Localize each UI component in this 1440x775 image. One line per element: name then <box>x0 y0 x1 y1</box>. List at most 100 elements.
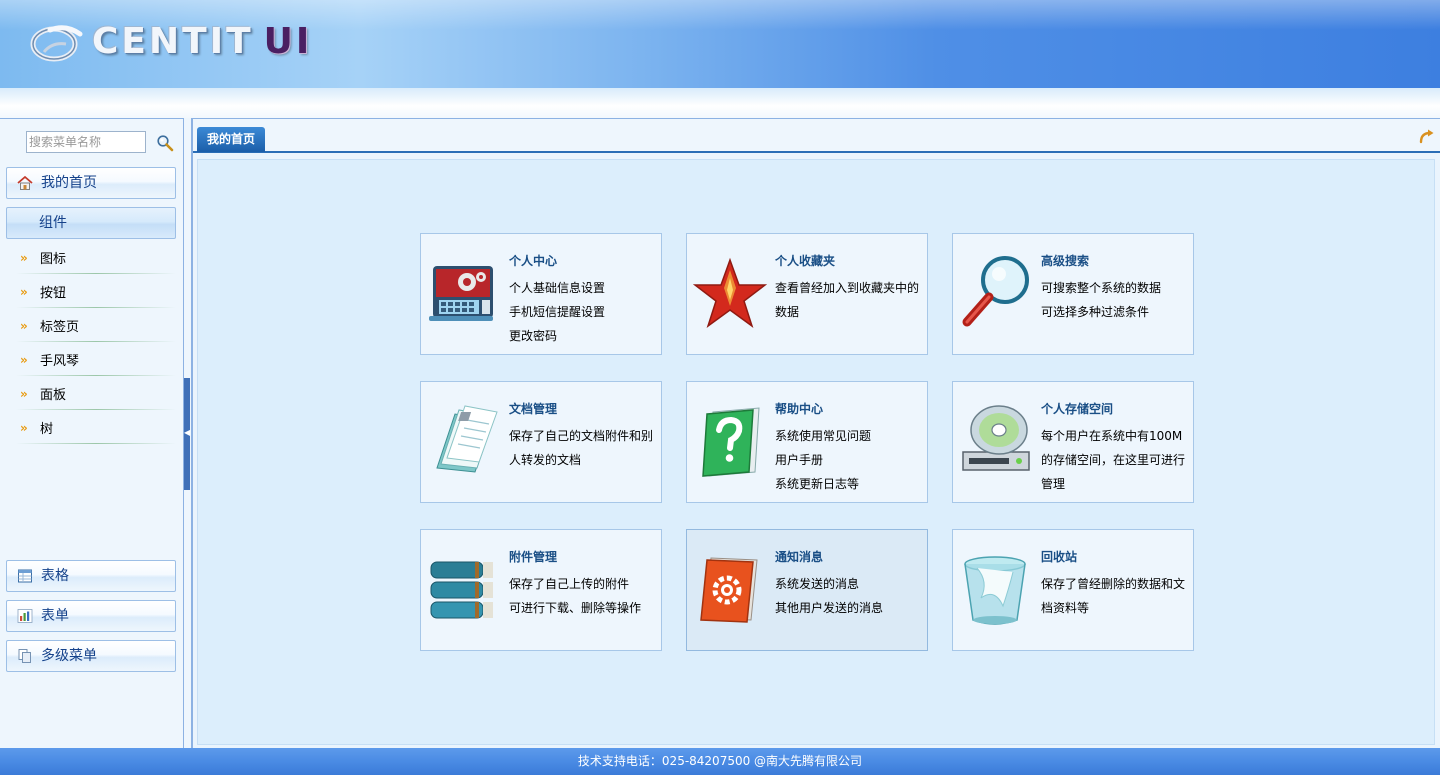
card-description: 可搜索整个系统的数据 可选择多种过滤条件 <box>1041 276 1189 324</box>
sidebar-item-label: 表单 <box>41 608 69 624</box>
card-description: 个人基础信息设置 手机短信提醒设置 更改密码 <box>509 276 657 348</box>
tab-bar: 我的首页 <box>193 119 1440 153</box>
logo-mark-icon <box>30 25 83 62</box>
card-title: 个人中心 <box>509 254 558 268</box>
sidebar-item-panel[interactable]: » 面板 <box>6 377 176 411</box>
card-description: 查看曾经加入到收藏夹中的数据 <box>775 276 923 324</box>
sidebar-item-label: 手风琴 <box>40 354 80 369</box>
sidebar: 我的首页 组件 » 图标 » 按钮 » 标签页 » 手风琴 » 面板 » 树 表… <box>0 118 184 748</box>
page-header: CENTIT UI <box>0 0 1440 118</box>
card-title: 个人收藏夹 <box>775 254 836 268</box>
sidebar-item-buttons[interactable]: » 按钮 <box>6 275 176 309</box>
page-footer: 技术支持电话：025-84207500 @南大先腾有限公司 <box>0 748 1440 775</box>
sidebar-item-tabs[interactable]: » 标签页 <box>6 309 176 343</box>
logo-text: CENTIT <box>92 21 254 62</box>
sidebar-item-label: 标签页 <box>40 320 80 335</box>
chart-icon <box>17 609 33 623</box>
magnifier-icon <box>962 256 1029 327</box>
card-advanced-search[interactable]: 高级搜索 可搜索整个系统的数据 可选择多种过滤条件 <box>952 233 1194 355</box>
card-attachment-management[interactable]: 附件管理 保存了自己上传的附件 可进行下载、删除等操作 <box>420 529 662 651</box>
sidebar-search <box>0 129 184 155</box>
sidebar-group-components[interactable]: 组件 <box>6 207 176 239</box>
sidebar-item-label: 我的首页 <box>41 175 97 191</box>
books-icon <box>430 561 493 619</box>
card-title: 附件管理 <box>509 550 558 564</box>
sidebar-group-table[interactable]: 表格 <box>6 560 176 592</box>
recycle-bin-icon <box>964 556 1026 625</box>
table-icon <box>18 569 32 583</box>
card-line: 查看曾经加入到收藏夹中的数据 <box>775 281 920 319</box>
chevron-left-icon: ◀ <box>184 428 191 437</box>
card-line: 可选择多种过滤条件 <box>1041 305 1150 319</box>
double-chevron-icon: » <box>20 352 28 367</box>
disk-drive-icon <box>962 405 1030 471</box>
tab-home[interactable]: 我的首页 <box>197 127 266 152</box>
help-book-icon <box>702 407 760 477</box>
card-personal-center[interactable]: 个人中心 个人基础信息设置 手机短信提醒设置 更改密码 <box>420 233 662 355</box>
card-description: 系统使用常见问题 用户手册 系统更新日志等 <box>775 424 923 496</box>
sidebar-item-tree[interactable]: » 树 <box>6 411 176 445</box>
card-personal-storage[interactable]: 个人存储空间 每个用户在系统中有100M的存储空间，在这里可进行管理 <box>952 381 1194 503</box>
sidebar-item-accordion[interactable]: » 手风琴 <box>6 343 176 377</box>
card-help-center[interactable]: 帮助中心 系统使用常见问题 用户手册 系统更新日志等 <box>686 381 928 503</box>
sidebar-item-label: 按钮 <box>40 286 67 301</box>
star-icon <box>693 257 767 328</box>
card-favorites[interactable]: 个人收藏夹 查看曾经加入到收藏夹中的数据 <box>686 233 928 355</box>
card-line: 其他用户发送的消息 <box>775 601 884 615</box>
card-line: 保存了曾经删除的数据和文档资料等 <box>1041 577 1186 615</box>
double-chevron-icon: » <box>20 420 28 435</box>
card-title: 通知消息 <box>775 550 824 564</box>
control-panel-icon <box>429 266 493 321</box>
card-title: 高级搜索 <box>1041 254 1090 268</box>
card-description: 每个用户在系统中有100M的存储空间，在这里可进行管理 <box>1041 424 1189 496</box>
pages-icon <box>18 649 31 663</box>
card-notifications[interactable]: 通知消息 系统发送的消息 其他用户发送的消息 <box>686 529 928 651</box>
card-description: 系统发送的消息 其他用户发送的消息 <box>775 572 923 620</box>
card-line: 系统使用常见问题 <box>775 429 872 443</box>
card-title: 个人存储空间 <box>1041 402 1114 416</box>
sidebar-item-home[interactable]: 我的首页 <box>6 167 176 199</box>
card-title: 回收站 <box>1041 550 1078 564</box>
card-line: 系统发送的消息 <box>775 577 860 591</box>
card-document-management[interactable]: 文档管理 保存了自己的文档附件和别人转发的文档 <box>420 381 662 503</box>
card-line: 可进行下载、删除等操作 <box>509 601 642 615</box>
double-chevron-icon: » <box>20 318 28 333</box>
documents-icon <box>436 405 498 473</box>
card-line: 系统更新日志等 <box>775 477 860 491</box>
header-shine <box>0 88 1440 118</box>
sidebar-group-label: 组件 <box>39 215 67 231</box>
home-icon <box>17 175 33 190</box>
sidebar-group-form[interactable]: 表单 <box>6 600 176 632</box>
search-icon[interactable] <box>156 134 174 152</box>
dashboard-content: 个人中心 个人基础信息设置 手机短信提醒设置 更改密码 个人收藏夹 查看曾经加入… <box>197 159 1435 745</box>
double-chevron-icon: » <box>20 386 28 401</box>
card-line: 更改密码 <box>509 329 558 343</box>
card-recycle-bin[interactable]: 回收站 保存了曾经删除的数据和文档资料等 <box>952 529 1194 651</box>
sidebar-item-label: 表格 <box>41 568 69 584</box>
sidebar-item-label: 树 <box>40 422 54 437</box>
double-chevron-icon: » <box>20 250 28 265</box>
card-line: 可搜索整个系统的数据 <box>1041 281 1162 295</box>
sidebar-item-label: 图标 <box>40 252 67 267</box>
card-line: 保存了自己上传的附件 <box>509 577 630 591</box>
card-line: 个人基础信息设置 <box>509 281 606 295</box>
sidebar-item-label: 面板 <box>40 388 67 403</box>
card-line: 手机短信提醒设置 <box>509 305 606 319</box>
card-line: 每个用户在系统中有100M的存储空间，在这里可进行管理 <box>1041 429 1186 491</box>
settings-book-icon <box>700 557 758 623</box>
sidebar-item-icons[interactable]: » 图标 <box>6 241 176 275</box>
card-line: 用户手册 <box>775 453 824 467</box>
card-description: 保存了自己上传的附件 可进行下载、删除等操作 <box>509 572 657 620</box>
main-panel: 我的首页 个人中心 个人基础信息设置 手机短信提醒设置 更改密码 个人收藏夹 查… <box>192 118 1440 748</box>
card-title: 帮助中心 <box>775 402 824 416</box>
card-description: 保存了曾经删除的数据和文档资料等 <box>1041 572 1189 620</box>
card-description: 保存了自己的文档附件和别人转发的文档 <box>509 424 657 472</box>
return-arrow-icon[interactable] <box>1418 127 1436 145</box>
search-input[interactable] <box>26 131 146 153</box>
logo: CENTIT UI <box>30 20 312 64</box>
sidebar-collapse-handle[interactable]: ◀ <box>184 378 190 490</box>
logo-suffix: UI <box>263 21 313 62</box>
double-chevron-icon: » <box>20 284 28 299</box>
sidebar-item-label: 多级菜单 <box>41 648 97 664</box>
sidebar-group-multilevel-menu[interactable]: 多级菜单 <box>6 640 176 672</box>
